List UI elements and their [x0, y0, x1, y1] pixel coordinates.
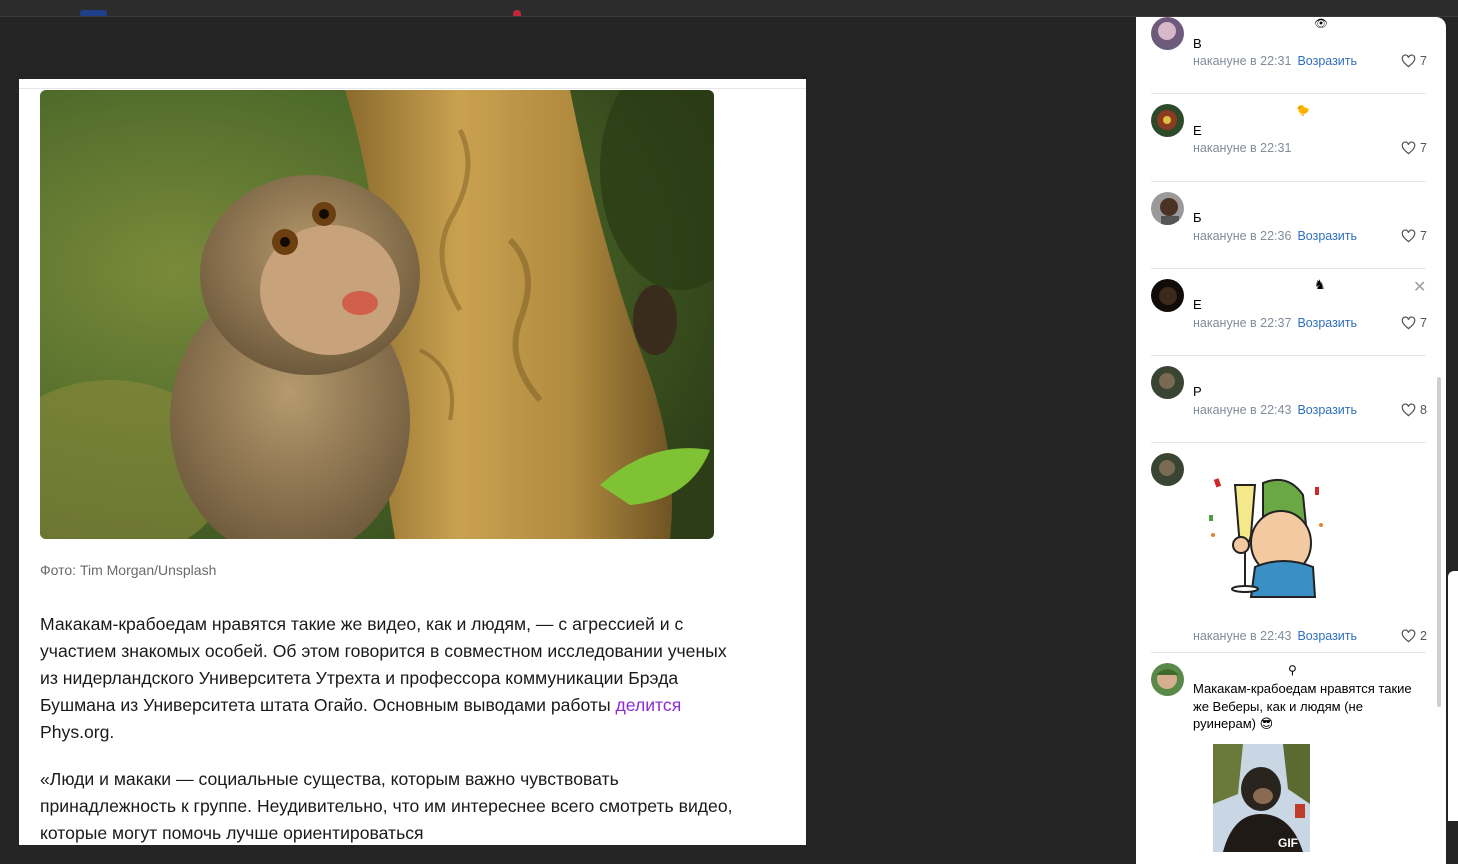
photo-caption: Фото: Tim Morgan/Unsplash — [40, 562, 217, 578]
horse-emoji-icon: ♞ — [1314, 277, 1326, 292]
comment-divider — [1151, 268, 1426, 269]
comment-item-sticker: накануне в 22:43 Возразить 2 — [1151, 453, 1427, 643]
avatar-image — [1151, 279, 1184, 312]
chick-emoji-icon: 🐤 — [1296, 105, 1310, 117]
comment-time[interactable]: накануне в 22:37 — [1193, 316, 1291, 330]
comment-time[interactable]: накануне в 22:43 — [1193, 403, 1291, 417]
like-button[interactable]: 7 — [1401, 54, 1427, 68]
comment-author[interactable]: Р — [1193, 384, 1202, 399]
comment-author[interactable]: Б — [1193, 210, 1202, 225]
browser-top-bar — [0, 0, 1458, 17]
pipe-emoji-icon: ⚲ — [1288, 663, 1297, 677]
avatar[interactable] — [1151, 663, 1184, 696]
comment-divider — [1151, 181, 1426, 182]
avatar[interactable] — [1151, 279, 1184, 312]
avatar-image — [1151, 17, 1184, 50]
comment-text: Макакам-крабоедам нравятся такие же Вебе… — [1193, 681, 1412, 731]
comment-meta: накануне в 22:36 Возразить — [1193, 229, 1357, 243]
notification-dot — [513, 10, 521, 16]
comment-item-gif: ⚲ Макакам-крабоедам нравятся такие же Ве… — [1151, 663, 1427, 863]
like-count: 8 — [1420, 403, 1427, 417]
side-panel-edge — [1448, 571, 1458, 821]
comment-author[interactable]: Е — [1193, 123, 1202, 138]
sticker-image[interactable] — [1203, 475, 1328, 605]
reply-button[interactable]: Возразить — [1297, 403, 1357, 417]
like-button[interactable]: 7 — [1401, 229, 1427, 243]
avatar[interactable] — [1151, 17, 1184, 50]
like-button[interactable]: 7 — [1401, 316, 1427, 330]
comment-meta: накануне в 22:31 Возразить — [1193, 54, 1357, 68]
like-count: 7 — [1420, 54, 1427, 68]
tab-favicon[interactable] — [80, 10, 107, 16]
heart-outline-icon — [1401, 629, 1416, 643]
avatar-image — [1151, 104, 1184, 137]
heart-outline-icon — [1401, 316, 1416, 330]
comment-meta: накануне в 22:37 Возразить — [1193, 316, 1357, 330]
reply-button[interactable]: Возразить — [1297, 54, 1357, 68]
comment-meta: накануне в 22:43 Возразить — [1193, 403, 1357, 417]
comment-time[interactable]: накануне в 22:31 — [1193, 141, 1291, 155]
article-paragraph-1: Макакам-крабоедам нравятся такие же виде… — [40, 611, 740, 746]
paragraph-tail: Phys.org. — [40, 722, 115, 742]
like-count: 2 — [1420, 629, 1427, 643]
source-link[interactable]: делится — [616, 695, 682, 715]
comment-author[interactable]: В — [1193, 36, 1202, 51]
comment-meta: накануне в 22:43 Возразить — [1193, 629, 1357, 643]
like-button[interactable]: 2 — [1401, 629, 1427, 643]
avatar[interactable] — [1151, 104, 1184, 137]
gif-attachment[interactable]: GIF — [1213, 744, 1310, 852]
like-button[interactable]: 8 — [1401, 403, 1427, 417]
gif-badge: GIF — [1278, 836, 1298, 850]
heart-filled-icon — [1401, 403, 1416, 417]
heart-outline-icon — [1401, 229, 1416, 243]
avatar[interactable] — [1151, 453, 1184, 486]
heart-outline-icon — [1401, 54, 1416, 68]
article-paragraph-2: «Люди и макаки — социальные существа, ко… — [40, 769, 733, 843]
like-count: 7 — [1420, 141, 1427, 155]
comment-time[interactable]: накануне в 22:43 — [1193, 629, 1291, 643]
close-icon[interactable]: ✕ — [1413, 277, 1426, 297]
like-count: 7 — [1420, 229, 1427, 243]
comment-divider — [1151, 93, 1426, 94]
reply-button[interactable]: Возразить — [1297, 316, 1357, 330]
article-photo-monkey — [40, 90, 714, 539]
avatar-image — [1151, 453, 1184, 486]
comment-divider — [1151, 442, 1426, 443]
monkey-photo-image — [40, 90, 714, 539]
avatar[interactable] — [1151, 192, 1184, 225]
reply-button[interactable]: Возразить — [1297, 629, 1357, 643]
comment-time[interactable]: накануне в 22:36 — [1193, 229, 1291, 243]
article-divider — [19, 88, 806, 89]
avatar[interactable] — [1151, 366, 1184, 399]
comment-time[interactable]: накануне в 22:31 — [1193, 54, 1291, 68]
like-count: 7 — [1420, 316, 1427, 330]
comments-scrollbar[interactable] — [1437, 377, 1441, 707]
avatar-image — [1151, 192, 1184, 225]
comments-panel: 👁 В накануне в 22:31 Возразить 7 🐤 Е нака… — [1136, 17, 1446, 864]
article-card: Фото: Tim Morgan/Unsplash Макакам-крабое… — [19, 79, 806, 845]
reply-button[interactable]: Возразить — [1297, 229, 1357, 243]
heart-outline-icon — [1401, 141, 1416, 155]
comment-divider — [1151, 652, 1426, 653]
like-button[interactable]: 7 — [1401, 141, 1427, 155]
eye-emoji-icon: 👁 — [1314, 18, 1328, 30]
comment-divider — [1151, 355, 1426, 356]
comment-meta: накануне в 22:31 — [1193, 141, 1291, 155]
avatar-image — [1151, 366, 1184, 399]
champagne-man-sticker-icon — [1209, 478, 1323, 598]
comment-author[interactable]: Е — [1193, 297, 1202, 312]
avatar-image — [1151, 663, 1184, 696]
